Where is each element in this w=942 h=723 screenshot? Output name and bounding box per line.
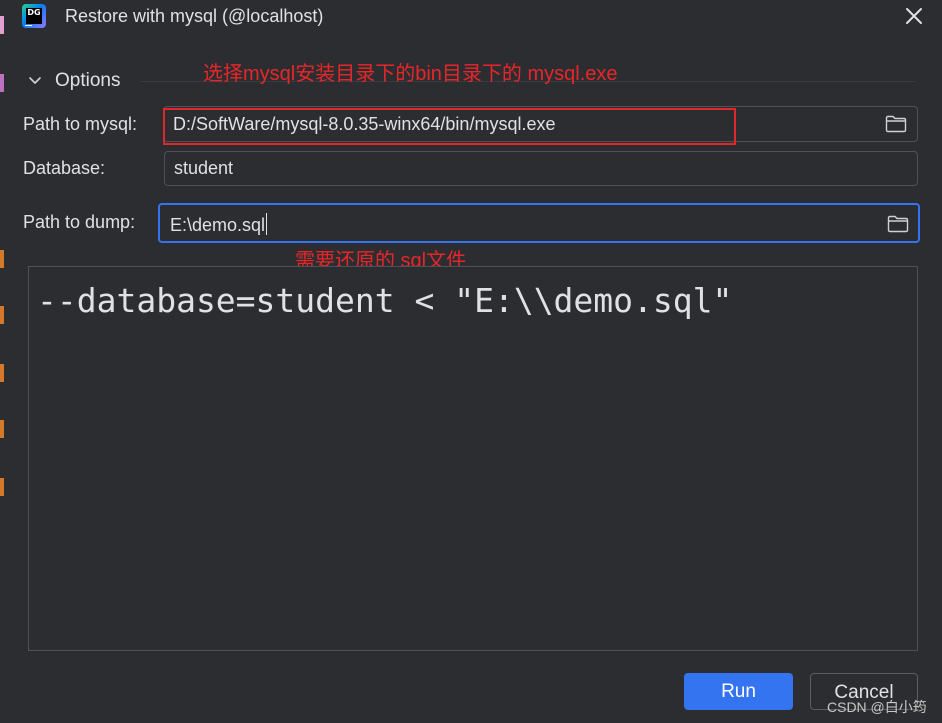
folder-icon [887, 215, 909, 233]
text-cursor [266, 213, 268, 235]
close-button[interactable] [900, 2, 928, 30]
app-logo-text: DG [26, 8, 42, 24]
dump-path-label: Path to dump: [23, 212, 136, 232]
options-section-label[interactable]: Options [55, 70, 120, 92]
background-window-edge [0, 250, 4, 268]
chevron-down-icon [29, 77, 41, 84]
database-label: Database: [23, 158, 106, 178]
background-window-edge [0, 478, 4, 496]
background-window-edge [0, 306, 4, 324]
watermark-text: CSDN @白小筠 [827, 699, 927, 715]
dump-path-value: E:\demo.sql [170, 215, 266, 235]
background-window-edge [0, 364, 4, 382]
browse-mysql-button[interactable] [885, 115, 907, 133]
dump-path-text: E:\demo.sql [170, 213, 268, 236]
close-icon [906, 8, 922, 24]
mysql-path-annotation: 选择mysql安装目录下的bin目录下的 mysql.exe [203, 63, 618, 85]
database-field[interactable]: student [164, 151, 918, 186]
background-window-edge [0, 16, 4, 34]
run-button[interactable]: Run [684, 673, 793, 710]
options-toggle[interactable] [28, 74, 42, 88]
app-logo-icon: DG [22, 4, 46, 28]
command-preview-editor[interactable]: --database=student < "E:\\demo.sql" [28, 266, 918, 651]
dialog-title: Restore with mysql (@localhost) [65, 6, 324, 26]
background-window-edge [0, 74, 4, 92]
background-window-edge [0, 420, 4, 438]
browse-dump-button[interactable] [887, 215, 909, 233]
database-value: student [174, 158, 234, 178]
folder-icon [885, 115, 907, 133]
dump-path-field[interactable]: E:\demo.sql [158, 203, 920, 243]
command-preview-text: --database=student < "E:\\demo.sql" [37, 281, 733, 320]
annotation-highlight-box [163, 108, 736, 145]
mysql-path-label: Path to mysql: [23, 114, 138, 134]
